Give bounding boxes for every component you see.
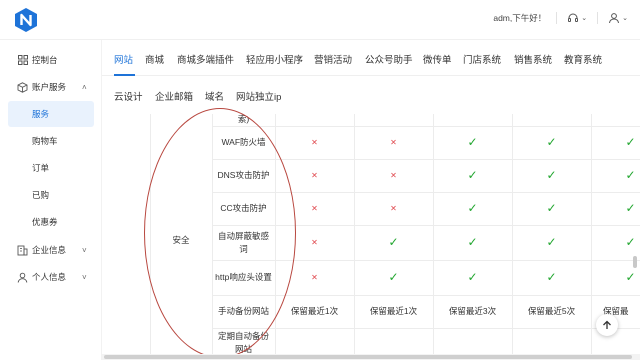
user-icon [609, 13, 620, 24]
chevron-down-icon: ⌄ [622, 15, 628, 22]
arrow-up-icon [603, 320, 611, 329]
check-icon: ✓ [546, 201, 557, 215]
check-icon: ✓ [388, 235, 399, 249]
check-icon: ✓ [546, 235, 557, 249]
annotation-circle [144, 108, 296, 358]
sidebar-item-account-services[interactable]: 账户服务 ˄ [0, 74, 102, 100]
sidebar-subitem-purchased[interactable]: 已购 [0, 182, 102, 208]
top-bar: adm,下午好！ ⌄ ⌄ [0, 0, 640, 40]
sidebar-item-label: 购物车 [32, 136, 58, 146]
user-menu-button[interactable]: ⌄ [608, 12, 628, 24]
sidebar-item-label: 控制台 [32, 55, 58, 65]
cross-icon: ✕ [390, 171, 397, 180]
headset-icon [568, 13, 579, 22]
check-icon: ✓ [467, 135, 478, 149]
sidebar-item-dashboard[interactable]: 控制台 [0, 47, 102, 73]
check-icon: ✓ [467, 168, 478, 182]
greeting-text: adm,下午好！ [493, 13, 547, 23]
sidebar-item-label: 企业信息 [32, 245, 67, 255]
sidebar-item-label: 已购 [32, 190, 50, 200]
sidebar-subitem-services[interactable]: 服务 [8, 101, 94, 127]
building-icon [17, 245, 28, 256]
chevron-down-icon: ˅ [82, 245, 87, 255]
cross-icon: ✕ [311, 138, 318, 147]
sidebar-subitem-cart[interactable]: 购物车 [0, 128, 102, 154]
chevron-down-icon: ⌄ [581, 15, 588, 22]
horizontal-scrollbar[interactable] [102, 354, 640, 360]
tab-micro-flyer[interactable]: 微传单 [423, 52, 452, 66]
logo-icon[interactable] [14, 7, 38, 33]
chevron-up-icon: ˄ [82, 82, 87, 92]
tab-education-system[interactable]: 教育系统 [564, 52, 602, 66]
sidebar-item-label: 订单 [32, 163, 50, 173]
product-tabs: 网站 商城 商城多端插件 轻应用小程序 营销活动 公众号助手 微传单 门店系统 … [102, 40, 640, 76]
check-icon: ✓ [546, 135, 557, 149]
tab-marketing[interactable]: 营销活动 [314, 52, 352, 66]
check-icon: ✓ [388, 270, 399, 284]
sidebar-subitem-orders[interactable]: 订单 [0, 155, 102, 181]
secondary-tabs: 云设计 企业邮箱 域名 网站独立ip [102, 76, 640, 114]
check-icon: ✓ [467, 235, 478, 249]
tab-wechat-assistant[interactable]: 公众号助手 [365, 52, 413, 66]
sidebar-item-label: 服务 [32, 109, 50, 119]
tab-dedicated-ip[interactable]: 网站独立ip [236, 89, 281, 103]
check-icon: ✓ [467, 201, 478, 215]
cross-icon: ✕ [390, 204, 397, 213]
sidebar-item-label: 个人信息 [32, 272, 67, 282]
tab-store-system[interactable]: 门店系统 [463, 52, 501, 66]
tab-cloud-design[interactable]: 云设计 [114, 89, 143, 103]
backup-value: 保留最近1次 [369, 306, 418, 316]
tab-website[interactable]: 网站 [114, 52, 133, 66]
sidebar-item-personal-info[interactable]: 个人信息 ˅ [0, 264, 102, 290]
tab-enterprise-mail[interactable]: 企业邮箱 [155, 89, 193, 103]
cube-icon [17, 81, 28, 93]
tab-mall-plugin[interactable]: 商城多端插件 [177, 52, 234, 66]
grid-icon [17, 55, 28, 66]
cross-icon: ✕ [390, 138, 397, 147]
sidebar: 控制台 账户服务 ˄ 服务 购物车 订单 已购 优惠券 企业信息 ˅ 个人信息 … [0, 40, 102, 360]
divider [556, 12, 558, 24]
check-icon: ✓ [625, 135, 636, 149]
chevron-down-icon: ˅ [82, 272, 87, 282]
sidebar-item-label: 账户服务 [32, 82, 67, 92]
scrollbar-thumb[interactable] [104, 355, 632, 359]
user-icon [17, 272, 28, 283]
check-icon: ✓ [625, 201, 636, 215]
back-to-top-button[interactable] [596, 314, 618, 336]
sidebar-item-company-info[interactable]: 企业信息 ˅ [0, 237, 102, 263]
check-icon: ✓ [546, 168, 557, 182]
check-icon: ✓ [467, 270, 478, 284]
check-icon: ✓ [625, 235, 636, 249]
backup-value: 保留最近5次 [527, 306, 576, 316]
backup-value: 保留最近1次 [290, 306, 339, 316]
support-button[interactable]: ⌄ [567, 12, 587, 24]
tab-mall[interactable]: 商城 [145, 52, 164, 66]
sidebar-subitem-coupons[interactable]: 优惠券 [0, 209, 102, 235]
backup-value: 保留最近3次 [448, 306, 497, 316]
check-icon: ✓ [546, 270, 557, 284]
divider [597, 12, 599, 24]
tab-domain[interactable]: 域名 [205, 89, 224, 103]
sidebar-item-label: 优惠券 [32, 217, 58, 227]
tab-sales-system[interactable]: 销售系统 [514, 52, 552, 66]
table-gridline [212, 328, 640, 329]
vertical-scrollbar[interactable] [633, 256, 637, 268]
tab-mini-program[interactable]: 轻应用小程序 [246, 52, 303, 66]
check-icon: ✓ [625, 168, 636, 182]
